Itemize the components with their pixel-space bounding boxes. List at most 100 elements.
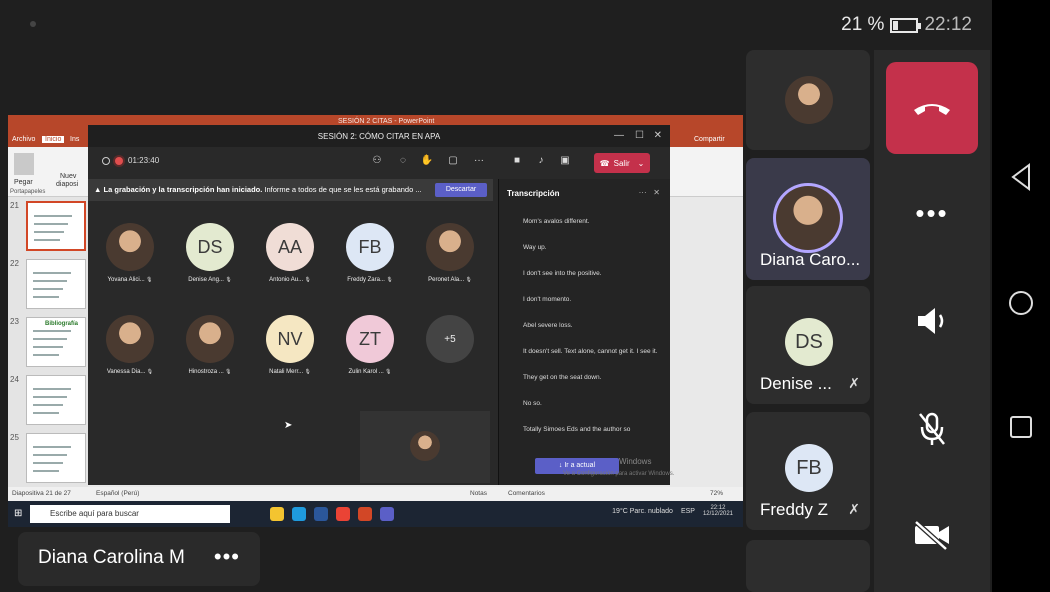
paste-icon[interactable] [14, 153, 34, 175]
participant-name: Natali Merr... [269, 369, 304, 375]
participant-tile[interactable]: Vanessa Dia... 🎙 [100, 315, 160, 375]
slide-thumbnail[interactable]: Bibliografía [26, 317, 86, 367]
rooms-icon[interactable]: ▢ [446, 155, 460, 169]
speaker-button[interactable] [904, 298, 960, 344]
taskbar-search[interactable]: Escribe aquí para buscar [30, 505, 230, 523]
slide-text-line [33, 462, 63, 464]
transcript-line: Way up. [523, 244, 547, 251]
phone-participant-tile[interactable]: Diana Caro... [746, 158, 870, 280]
participant-tile[interactable]: AA Antonio Au... 🎙 [260, 223, 320, 283]
slide-text-line [33, 346, 63, 348]
participant-tile[interactable]: Yovana Alici... 🎙 [100, 223, 160, 283]
close-icon[interactable]: ✕ [654, 130, 662, 141]
local-user-name: Diana Carolina M [38, 547, 185, 568]
language-indicator: Español (Perú) [96, 490, 140, 497]
slide-text-line [33, 296, 59, 298]
maximize-icon[interactable]: ☐ [635, 130, 644, 141]
mic-muted-icon: 🎙 [383, 369, 392, 375]
edge-icon[interactable] [292, 507, 306, 521]
mute-button[interactable] [904, 406, 960, 452]
tab-archivo[interactable]: Archivo [12, 136, 35, 143]
transcript-close-icon[interactable]: ··· ✕ [639, 188, 660, 197]
windows-activation-subtext: Ve a Configuración para activar Windows. [563, 471, 675, 477]
phone-participant-tile[interactable] [746, 50, 870, 150]
slide-thumbnail[interactable] [26, 259, 86, 309]
teams-icon[interactable] [380, 507, 394, 521]
more-options-button[interactable]: ••• [904, 190, 960, 236]
slide-text-line [33, 454, 67, 456]
more-icon: ••• [915, 197, 949, 228]
back-icon[interactable] [1002, 158, 1040, 196]
notes-button[interactable]: Notas [470, 490, 487, 497]
participant-tile[interactable]: +5 [420, 315, 480, 363]
clipboard-group-label: Portapapeles [10, 189, 46, 195]
participant-name: Vanessa Dia... [106, 369, 146, 375]
banner-bold-text: La grabación y la transcripción han inic… [103, 185, 263, 194]
slide-text-line [34, 215, 72, 217]
battery-icon [890, 17, 922, 33]
windows-start-icon[interactable]: ⊞ [14, 508, 22, 519]
chevron-down-icon: ⌄ [637, 158, 645, 168]
transcript-panel: Transcripción ··· ✕ Mom's avalos differe… [498, 179, 674, 485]
windows-activation-watermark: Windows [619, 457, 652, 466]
people-icon[interactable]: ⚇ [370, 155, 384, 169]
chrome-icon[interactable] [336, 507, 350, 521]
leave-button[interactable]: ☎ Salir ⌄ [594, 153, 650, 173]
reactions-icon[interactable]: ✋ [420, 155, 434, 169]
share-button[interactable]: Compartir [694, 136, 725, 143]
share-screen-icon[interactable]: ▣ [558, 155, 572, 169]
tab-insertar[interactable]: Ins [70, 136, 79, 143]
tab-inicio[interactable]: Inicio [42, 136, 65, 143]
dismiss-button[interactable]: Descartar [435, 183, 487, 197]
phone-participant-tile[interactable]: FB Freddy Z ✗ [746, 412, 870, 530]
recents-icon[interactable] [1002, 408, 1040, 446]
participant-tile[interactable]: Peronet Ala... 🎙 [420, 223, 480, 283]
file-explorer-icon[interactable] [270, 507, 284, 521]
word-icon[interactable] [314, 507, 328, 521]
phone-participant-tile[interactable]: DS Denise ... ✗ [746, 286, 870, 404]
phone-participant-avatar [776, 186, 840, 250]
camera-toggle-button[interactable] [904, 512, 960, 558]
transcript-line: Totally Simoes Eds and the author so [523, 426, 631, 433]
participant-name: Freddy Zara... [347, 277, 385, 283]
local-user-more-icon[interactable]: ••• [214, 544, 240, 570]
participant-avatar: FB [346, 223, 394, 271]
minimize-icon[interactable]: — [614, 130, 624, 141]
phone-participant-name: Denise ... [760, 374, 832, 393]
comments-button[interactable]: Comentarios [508, 490, 545, 497]
participant-tile[interactable]: ZT Zulin Karol ... 🎙 [340, 315, 400, 375]
slide-text-line [33, 280, 67, 282]
slide-thumbnail[interactable] [26, 433, 86, 483]
local-user-tile[interactable]: Diana Carolina M ••• [18, 532, 260, 586]
transcript-line: I don't see into the positive. [523, 270, 602, 277]
participant-tile[interactable]: Hinostroza ... 🎙 [180, 315, 240, 375]
home-icon[interactable] [1002, 284, 1040, 322]
slide-text-line [33, 470, 59, 472]
participant-tile[interactable]: NV Natali Merr... 🎙 [260, 315, 320, 375]
slide-number: 23 [10, 317, 19, 326]
more-actions-icon[interactable]: ··· [472, 155, 486, 169]
microphone-icon[interactable]: ♪ [534, 155, 548, 169]
powerpoint-icon[interactable] [358, 507, 372, 521]
mouse-cursor-icon: ➤ [284, 420, 293, 431]
participant-tile[interactable]: DS Denise Ang... 🎙 [180, 223, 240, 283]
transcript-lines: Mom's avalos different. Way up. I don't se… [523, 217, 663, 451]
slide-thumbnail[interactable] [26, 375, 86, 425]
participant-avatar: AA [266, 223, 314, 271]
camera-icon[interactable]: ■ [510, 155, 524, 169]
slide-thumbnail[interactable] [26, 201, 86, 251]
chat-icon[interactable]: ◌ [396, 155, 410, 169]
slide-number: 21 [10, 201, 19, 210]
teams-meeting-window: SESIÓN 2: CÓMO CITAR EN APA — ☐ ✕ 01:23:… [88, 125, 674, 485]
hang-up-button[interactable] [886, 62, 978, 154]
participant-name: Hinostroza ... [188, 369, 224, 375]
taskbar-date: 12/12/2021 [702, 511, 733, 517]
shared-screen: SESIÓN 2 CITAS - PowerPoint Archivo Inic… [8, 115, 743, 527]
paste-label: Pegar [14, 179, 33, 186]
participant-tile[interactable]: FB Freddy Zara... 🎙 [340, 223, 400, 283]
slide-thumbnails: 21 22 23 Bibliografía 24 25 [8, 197, 88, 487]
warning-icon: ▲ [94, 185, 102, 194]
slide-number: 25 [10, 433, 19, 442]
phone-participant-tile[interactable] [746, 540, 870, 592]
mic-off-icon: ✗ [848, 375, 860, 391]
